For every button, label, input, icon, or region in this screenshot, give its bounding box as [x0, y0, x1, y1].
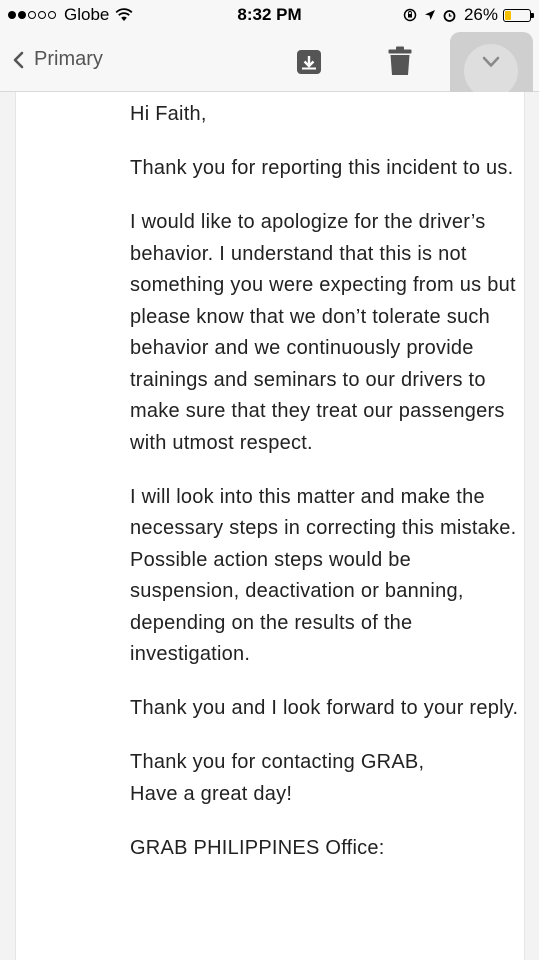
alarm-clock-icon [443, 9, 456, 22]
battery-icon [503, 8, 534, 22]
trash-icon[interactable] [388, 46, 412, 76]
message-view: Hi Faith, Thank you for reporting this i… [0, 92, 539, 960]
email-paragraph: I will look into this matter and make th… [130, 485, 517, 666]
chevron-left-icon [13, 51, 24, 68]
rotation-lock-icon [403, 8, 417, 22]
mail-toolbar: Primary [0, 32, 539, 118]
back-button[interactable]: Primary [12, 48, 103, 71]
back-label: Primary [34, 48, 103, 70]
location-arrow-icon [424, 10, 435, 20]
status-bar: Globe 8:32 PM 26% [0, 0, 539, 32]
email-paragraph: I would like to apologize for the driver… [130, 211, 516, 454]
battery-percent: 26% [463, 5, 498, 24]
email-body: Hi Faith, Thank you for reporting this i… [130, 99, 525, 887]
battery-level [505, 10, 511, 20]
message-sheet: Hi Faith, Thank you for reporting this i… [15, 92, 525, 960]
archive-icon[interactable] [296, 49, 322, 75]
closing-line: Thank you for contacting GRAB, [130, 751, 425, 773]
closing-line: Have a great day! [130, 782, 293, 805]
status-right: 26% [396, 5, 534, 25]
email-signature: GRAB PHILIPPINES Office: [130, 836, 385, 859]
chevron-down-icon [482, 56, 500, 67]
email-paragraph: Thank you for reporting this incident to… [130, 157, 514, 179]
email-paragraph: Thank you and I look forward to your rep… [130, 697, 519, 719]
email-closing: Thank you for contacting GRAB, Have a gr… [130, 747, 525, 810]
email-greeting: Hi Faith, [130, 103, 207, 125]
